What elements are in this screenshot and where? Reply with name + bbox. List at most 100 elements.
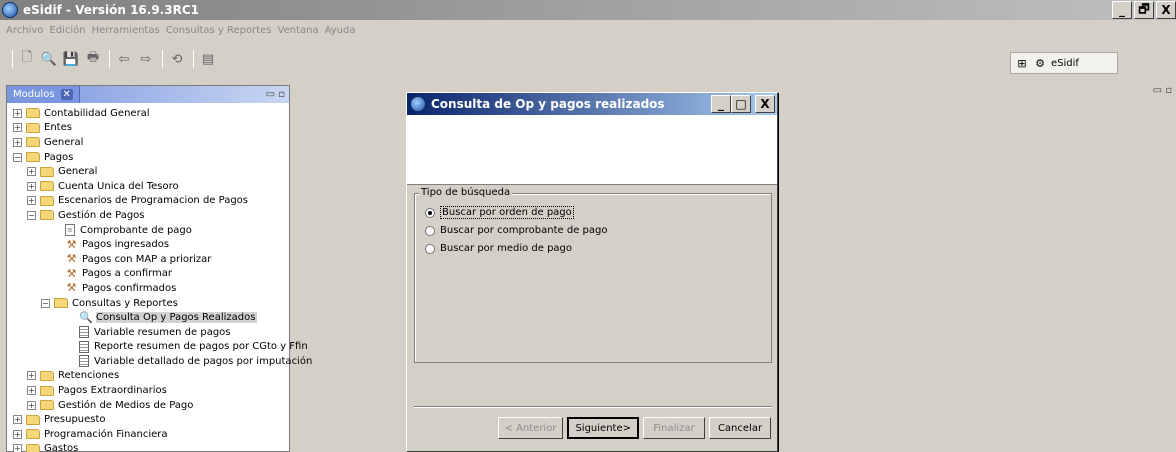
panel-min-max-icon[interactable]: ▭ ▫ — [266, 89, 285, 100]
title-bar: eSidif - Versión 16.9.3RC1 _ 🗗 X — [0, 0, 1176, 20]
menu-edicion[interactable]: Edición — [49, 25, 85, 36]
tree-item[interactable]: ⚒ Pagos ingresados — [7, 237, 289, 252]
tree-item-label: Pagos a confirmar — [82, 268, 173, 280]
toolbar: 🗋 🔍 💾 🖶 ⇦ ⇨ ⟲ ▤ — [0, 44, 1176, 74]
tree-item[interactable]: + Presupuesto — [7, 412, 289, 427]
modules-tab[interactable]: Modulos ✕ — [7, 86, 80, 103]
expand-icon[interactable]: + — [13, 444, 22, 452]
expand-icon[interactable]: + — [27, 371, 36, 381]
tree-item-label: Consultas y Reportes — [72, 297, 178, 309]
close-button[interactable]: X — [1156, 1, 1176, 19]
expand-icon[interactable]: + — [27, 181, 36, 191]
esidif-perspective-icon: ⚙ — [1035, 56, 1045, 70]
forward-nav-icon[interactable]: ⇨ — [138, 51, 154, 67]
tree-item[interactable]: + Programación Financiera — [7, 427, 289, 442]
expand-icon[interactable]: + — [27, 196, 36, 206]
dialog-separator — [414, 406, 772, 408]
folder-icon — [40, 370, 54, 381]
expand-icon[interactable]: + — [13, 123, 22, 133]
tree-item[interactable]: + Escenarios de Programacion de Pagos — [7, 194, 289, 209]
menu-consultas-y-reportes[interactable]: Consultas y Reportes — [166, 25, 272, 36]
tree-item[interactable]: − Gestión de Pagos — [7, 208, 289, 223]
tree-item-label: Programación Financiera — [44, 428, 168, 440]
tree-item[interactable]: − Pagos — [7, 150, 289, 165]
toolbar-separator — [109, 50, 110, 68]
tree-item[interactable]: + Entes — [7, 121, 289, 136]
expand-icon[interactable]: + — [13, 108, 22, 118]
tree-item[interactable]: Variable detallado de pagos por imputaci… — [7, 354, 312, 369]
radio-orden-de-pago-dot[interactable] — [425, 207, 435, 218]
radio-comprobante-de-pago[interactable]: Buscar por comprobante de pago — [425, 225, 607, 236]
menu-bar: Archivo Edición Herramientas Consultas y… — [0, 20, 1176, 40]
report-icon[interactable]: ▤ — [200, 51, 216, 67]
tree-item[interactable]: + Cuenta Unica del Tesoro — [7, 179, 289, 194]
radio-orden-de-pago[interactable]: Buscar por orden de pago — [425, 206, 574, 219]
tree-item[interactable]: Variable resumen de pagos — [7, 325, 289, 340]
tree-item-label: Pagos ingresados — [82, 239, 170, 251]
tree-item[interactable]: Reporte resumen de pagos por CGto y Ffin — [7, 340, 308, 355]
cancel-button[interactable]: Cancelar — [709, 417, 771, 439]
print-icon[interactable]: 🖶 — [85, 50, 101, 67]
save-icon[interactable]: 💾 — [63, 51, 79, 67]
next-button[interactable]: Siguiente> — [567, 417, 639, 439]
expand-icon[interactable]: + — [27, 167, 36, 177]
search-icon[interactable]: 🔍 — [41, 51, 57, 67]
back-button[interactable]: < Anterior — [497, 417, 564, 439]
collapse-icon[interactable]: − — [13, 152, 22, 162]
tree-item-label: Gestión de Medios de Pago — [58, 399, 194, 411]
dialog-maximize-button[interactable]: □ — [731, 95, 751, 113]
app-icon — [2, 2, 18, 18]
back-nav-icon[interactable]: ⇦ — [116, 51, 132, 67]
tree-item[interactable]: ≡ Comprobante de pago — [7, 223, 289, 238]
expand-icon[interactable]: + — [27, 386, 36, 396]
open-perspective-icon[interactable]: ⊞ — [1015, 56, 1029, 70]
editor-min-max-icon[interactable]: ▭ ▫ — [1153, 85, 1172, 96]
expand-icon[interactable]: + — [13, 429, 22, 439]
refresh-icon[interactable]: ⟲ — [169, 51, 185, 67]
menu-archivo[interactable]: Archivo — [6, 25, 43, 36]
radio-medio-de-pago-label: Buscar por medio de pago — [440, 243, 573, 254]
tree-item[interactable]: + Contabilidad General — [7, 106, 289, 121]
radio-comprobante-de-pago-dot[interactable] — [425, 225, 435, 236]
perspective-label: eSidif — [1051, 57, 1079, 69]
tree-item[interactable]: + General — [7, 164, 289, 179]
tree-item[interactable]: + Pagos Extraordinarios — [7, 383, 289, 398]
dialog-app-icon — [410, 96, 426, 112]
expand-icon[interactable]: + — [13, 415, 22, 425]
menu-ventana[interactable]: Ventana — [278, 25, 319, 36]
menu-ayuda[interactable]: Ayuda — [325, 25, 356, 36]
collapse-icon[interactable]: − — [41, 298, 50, 308]
tree-item[interactable]: + Gestión de Medios de Pago — [7, 398, 289, 413]
menu-herramientas[interactable]: Herramientas — [92, 25, 160, 36]
folder-icon — [26, 443, 40, 452]
search-type-label: Tipo de búsqueda — [419, 187, 513, 198]
folder-icon — [54, 298, 68, 309]
new-file-icon[interactable]: 🗋 — [19, 50, 35, 67]
radio-medio-de-pago-dot[interactable] — [425, 243, 435, 254]
tree-item[interactable]: + General — [7, 135, 289, 150]
close-tab-icon[interactable]: ✕ — [60, 89, 73, 100]
minimize-button[interactable]: _ — [1112, 1, 1132, 19]
tree-item[interactable]: − Consultas y Reportes — [7, 296, 289, 311]
dialog-window-controls: _ □ X — [711, 95, 775, 113]
dialog-minimize-button[interactable]: _ — [711, 95, 731, 113]
tree-item-label: Gestión de Pagos — [58, 209, 145, 221]
search-icon: 🔍 — [79, 310, 93, 324]
perspective-switcher[interactable]: ⊞ ⚙ eSidif — [1010, 52, 1118, 74]
restore-button[interactable]: 🗗 — [1134, 1, 1154, 19]
report-icon — [79, 326, 89, 339]
tree-item[interactable]: + Retenciones — [7, 369, 289, 384]
finish-button[interactable]: Finalizar — [643, 417, 705, 439]
expand-icon[interactable]: + — [27, 400, 36, 410]
tree-item[interactable]: ⚒ Pagos confirmados — [7, 281, 289, 296]
radio-medio-de-pago[interactable]: Buscar por medio de pago — [425, 243, 572, 254]
modules-tree: + Contabilidad General + Entes + General − Pago… — [7, 103, 312, 452]
expand-icon[interactable]: + — [13, 137, 22, 147]
dialog-close-button[interactable]: X — [755, 95, 775, 113]
tree-item[interactable]: ⚒ Pagos con MAP a priorizar — [7, 252, 289, 267]
tree-item[interactable]: ⚒ Pagos a confirmar — [7, 267, 289, 282]
tree-item[interactable]: 🔍 Consulta Op y Pagos Realizados — [7, 310, 289, 325]
tree-item-label: Reporte resumen de pagos por CGto y Ffin — [94, 341, 308, 353]
collapse-icon[interactable]: − — [27, 210, 36, 220]
tree-item[interactable]: + Gastos — [7, 442, 289, 452]
